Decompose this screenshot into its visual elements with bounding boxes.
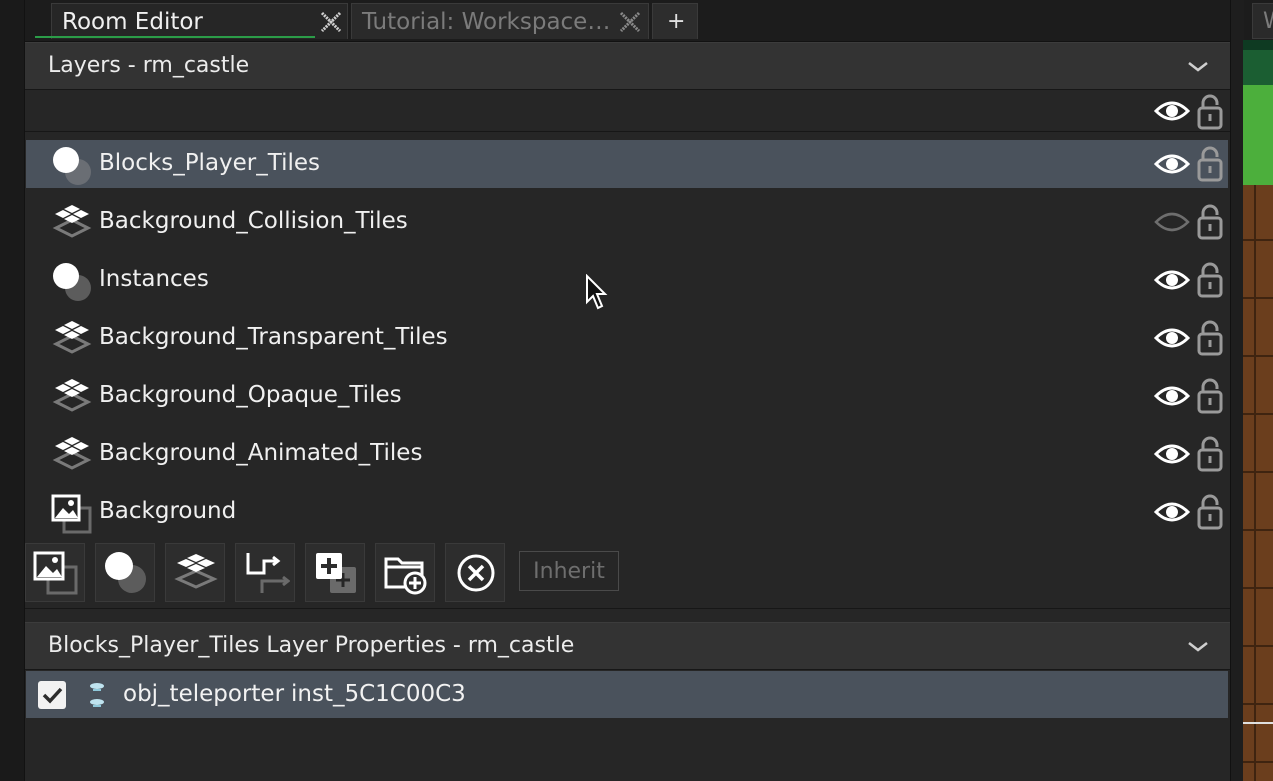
lock-icon[interactable] [1197, 436, 1223, 472]
close-icon[interactable] [319, 10, 343, 34]
layer-name: Background_Animated_Tiles [99, 440, 423, 466]
tab-label: W [1263, 9, 1273, 34]
room-tiles-image [1243, 40, 1273, 781]
layer-name: Background_Transparent_Tiles [99, 324, 448, 350]
lock-icon[interactable] [1197, 378, 1223, 414]
tab-workspace[interactable]: W [1252, 3, 1273, 39]
layer-name: Blocks_Player_Tiles [99, 150, 321, 176]
visibility-eye-icon[interactable] [1154, 439, 1190, 469]
left-gutter [0, 0, 25, 781]
visibility-eye-icon[interactable] [1154, 497, 1190, 527]
add-instance-layer-button[interactable] [95, 543, 155, 602]
lock-icon[interactable] [1197, 494, 1223, 530]
instance-layer-icon [53, 147, 91, 185]
visibility-hidden-icon[interactable] [1154, 207, 1190, 237]
checkmark-icon [42, 687, 63, 704]
lock-icon[interactable] [1197, 204, 1223, 240]
lock-icon[interactable] [1197, 320, 1223, 356]
instance-layer-icon [105, 552, 146, 593]
visibility-eye-icon[interactable] [1154, 323, 1190, 353]
layer-row[interactable]: Blocks_Player_Tiles [26, 140, 1228, 188]
layer-name: Instances [99, 266, 209, 292]
add-tab-label: + [667, 9, 686, 34]
layer-properties-title: Blocks_Player_Tiles Layer Properties - r… [48, 633, 575, 658]
toggle-all-visibility-icon[interactable] [1154, 96, 1190, 126]
layer-row[interactable]: Background_Collision_Tiles [26, 198, 1228, 246]
lock-icon[interactable] [1197, 146, 1223, 182]
tile-layer-icon [52, 437, 92, 470]
add-folder-button[interactable] [375, 543, 435, 602]
layer-row[interactable]: Background_Transparent_Tiles [26, 314, 1228, 362]
layer-properties-header[interactable]: Blocks_Player_Tiles Layer Properties - r… [25, 622, 1230, 670]
object-teleporter-icon [90, 683, 104, 707]
add-asset-layer-button[interactable] [305, 543, 365, 602]
layer-row[interactable]: Instances [26, 256, 1228, 304]
instance-enabled-checkbox[interactable] [38, 681, 66, 709]
lock-icon[interactable] [1197, 262, 1223, 298]
layer-visibility-header [25, 91, 1230, 132]
room-canvas-preview[interactable] [1243, 40, 1273, 781]
mouse-pointer-icon [586, 274, 608, 310]
instance-object-name: obj_teleporter [123, 681, 285, 707]
visibility-eye-icon[interactable] [1154, 381, 1190, 411]
active-tab-indicator [35, 36, 315, 38]
background-layer-icon [51, 494, 92, 534]
close-icon[interactable] [618, 10, 642, 34]
chevron-down-icon[interactable] [1186, 635, 1210, 659]
add-tile-layer-button[interactable] [165, 543, 225, 602]
layer-name: Background [99, 498, 237, 524]
add-asset-icon [316, 553, 356, 593]
tile-layer-icon [52, 205, 92, 238]
delete-circle-x-icon [457, 554, 495, 592]
tile-layer-icon [52, 321, 92, 354]
add-path-layer-button[interactable] [235, 543, 295, 602]
tab-label: Tutorial: Workspace… [362, 9, 611, 35]
toggle-all-lock-icon[interactable] [1197, 94, 1223, 130]
visibility-eye-icon[interactable] [1154, 149, 1190, 179]
panel-splitter[interactable] [1230, 0, 1244, 781]
tab-room-editor[interactable]: Room Editor [51, 3, 348, 39]
add-background-layer-button[interactable] [25, 543, 85, 602]
path-layer-icon [246, 553, 290, 593]
tile-layer-icon [52, 379, 92, 412]
chevron-down-icon[interactable] [1186, 55, 1210, 79]
layer-row[interactable]: Background [26, 488, 1228, 536]
folder-add-icon [384, 557, 427, 595]
layers-header-title: Layers - rm_castle [48, 53, 250, 78]
layer-name: Background_Collision_Tiles [99, 208, 408, 234]
instance-id: inst_5C1C00C3 [291, 681, 466, 707]
background-layer-icon [33, 551, 78, 595]
inherit-button[interactable]: Inherit [519, 551, 619, 591]
instance-layer-icon [53, 263, 91, 301]
visibility-eye-icon[interactable] [1154, 265, 1190, 295]
add-tab-button[interactable]: + [652, 3, 698, 39]
tab-label: Room Editor [62, 9, 203, 35]
delete-layer-button[interactable] [445, 543, 505, 602]
tile-layer-icon [174, 554, 218, 589]
layer-row[interactable]: Background_Opaque_Tiles [26, 372, 1228, 420]
inherit-label: Inherit [533, 559, 605, 584]
layer-name: Background_Opaque_Tiles [99, 382, 402, 408]
layers-panel-header[interactable]: Layers - rm_castle [25, 42, 1230, 90]
layer-row[interactable]: Background_Animated_Tiles [26, 430, 1228, 478]
tab-tutorial-workspace[interactable]: Tutorial: Workspace… [351, 3, 649, 39]
